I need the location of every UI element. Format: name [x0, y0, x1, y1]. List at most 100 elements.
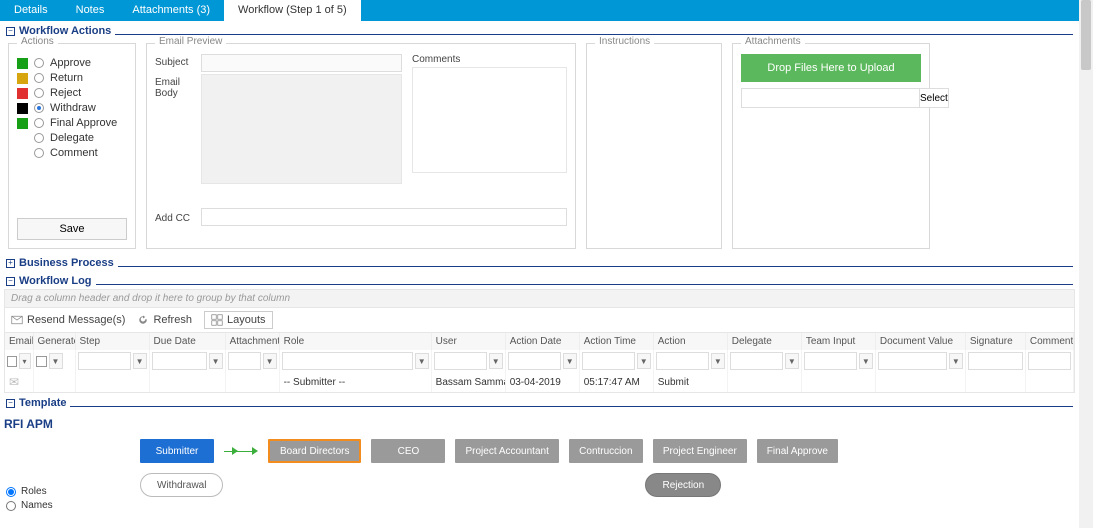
col-action[interactable]: Action [653, 333, 727, 350]
col-step[interactable]: Step [75, 333, 149, 350]
col-user[interactable]: User [431, 333, 505, 350]
node-project-engineer[interactable]: Project Engineer [653, 439, 747, 463]
upload-dropzone[interactable]: Drop Files Here to Upload [741, 54, 921, 82]
filter-icon[interactable]: ▼ [859, 353, 873, 369]
select-all-checkbox[interactable] [7, 356, 17, 367]
filter-icon[interactable]: ▼ [563, 353, 577, 369]
filter-team[interactable] [804, 352, 857, 370]
node-final-approve[interactable]: Final Approve [757, 439, 838, 463]
email-preview-panel: Email Preview Subject Email Body Comment… [146, 43, 576, 249]
tab-notes[interactable]: Notes [62, 0, 119, 21]
attachments-legend: Attachments [741, 36, 805, 47]
action-label: Approve [50, 57, 91, 69]
filter-icon[interactable]: ▼ [489, 353, 503, 369]
col-due[interactable]: Due Date [149, 333, 225, 350]
filter-icon[interactable]: ▼ [209, 353, 223, 369]
template-name: RFI APM [0, 411, 1079, 433]
col-attachments[interactable]: Attachments [225, 333, 279, 350]
action-option-delegate[interactable]: Delegate [17, 132, 127, 144]
filter-atime[interactable] [582, 352, 635, 370]
group-by-hint[interactable]: Drag a column header and drop it here to… [4, 289, 1075, 307]
action-option-return[interactable]: Return [17, 72, 127, 84]
filter-icon[interactable]: ▾ [19, 353, 31, 369]
col-generated[interactable]: Generated [33, 333, 75, 350]
select-file-button[interactable]: Select [920, 88, 949, 108]
email-body-area[interactable] [201, 74, 402, 184]
expand-icon[interactable]: + [6, 259, 15, 268]
filter-att[interactable] [228, 352, 261, 370]
col-email[interactable]: Email [5, 333, 33, 350]
email-legend: Email Preview [155, 36, 226, 47]
radio-icon [34, 133, 44, 143]
col-comments[interactable]: Comments [1025, 333, 1073, 350]
roles-radio[interactable]: Roles [6, 486, 140, 497]
node-rejection[interactable]: Rejection [645, 473, 721, 497]
save-button[interactable]: Save [17, 218, 127, 240]
action-option-final-approve[interactable]: Final Approve [17, 117, 127, 129]
col-action-time[interactable]: Action Time [579, 333, 653, 350]
node-project-accountant[interactable]: Project Accountant [455, 439, 558, 463]
filter-role[interactable] [282, 352, 413, 370]
col-document-value[interactable]: Document Value [875, 333, 965, 350]
refresh-button[interactable]: Refresh [137, 314, 192, 326]
filter-user[interactable] [434, 352, 487, 370]
filter-icon[interactable]: ▼ [133, 353, 147, 369]
col-action-date[interactable]: Action Date [505, 333, 579, 350]
radio-icon [34, 148, 44, 158]
filter-delegate[interactable] [730, 352, 783, 370]
collapse-icon[interactable]: − [6, 399, 15, 408]
action-label: Return [50, 72, 83, 84]
attachment-path-input[interactable] [741, 88, 920, 108]
tab-attachments[interactable]: Attachments (3) [118, 0, 224, 21]
col-team-input[interactable]: Team Input [801, 333, 875, 350]
resend-messages-button[interactable]: Resend Message(s) [11, 314, 125, 326]
grid-filter-row: ▾ ▼ ▼ ▼ ▼ ▼ ▼ ▼ ▼ ▼ ▼ ▼ ▼ [5, 350, 1074, 372]
filter-step[interactable] [78, 352, 131, 370]
node-construccion[interactable]: Contruccion [569, 439, 643, 463]
col-role[interactable]: Role [279, 333, 431, 350]
filter-sig[interactable] [968, 352, 1023, 370]
filter-icon[interactable]: ▼ [949, 353, 963, 369]
color-swatch [17, 103, 28, 114]
actions-legend: Actions [17, 36, 58, 47]
table-row[interactable]: ✉ -- Submitter -- Bassam Samman(Ba 03-04… [5, 372, 1074, 392]
node-ceo[interactable]: CEO [371, 439, 445, 463]
cell-user: Bassam Samman(Ba [431, 372, 505, 392]
layouts-button[interactable]: Layouts [204, 311, 273, 329]
actions-panel: Actions ApproveReturnRejectWithdrawFinal… [8, 43, 136, 249]
col-delegate[interactable]: Delegate [727, 333, 801, 350]
filter-doc[interactable] [878, 352, 947, 370]
envelope-icon [11, 314, 23, 326]
node-withdrawal[interactable]: Withdrawal [140, 473, 223, 497]
generated-checkbox[interactable] [36, 356, 47, 367]
collapse-icon[interactable]: − [6, 277, 15, 286]
filter-icon[interactable]: ▼ [711, 353, 725, 369]
section-title-workflow-log: Workflow Log [19, 275, 92, 287]
filter-icon[interactable]: ▼ [49, 353, 63, 369]
filter-icon[interactable]: ▼ [263, 353, 277, 369]
filter-icon[interactable]: ▼ [637, 353, 651, 369]
comments-input[interactable] [412, 67, 567, 173]
action-option-withdraw[interactable]: Withdraw [17, 102, 127, 114]
subject-input[interactable] [201, 54, 402, 72]
radio-icon [34, 73, 44, 83]
action-option-comment[interactable]: Comment [17, 147, 127, 159]
filter-adate[interactable] [508, 352, 561, 370]
node-board-directors[interactable]: Board Directors [268, 439, 361, 463]
color-swatch [17, 118, 28, 129]
names-radio[interactable]: Names [6, 500, 140, 511]
col-signature[interactable]: Signature [965, 333, 1025, 350]
filter-icon[interactable]: ▼ [785, 353, 799, 369]
action-option-approve[interactable]: Approve [17, 57, 127, 69]
addcc-input[interactable] [201, 208, 567, 226]
filter-com[interactable] [1028, 352, 1071, 370]
node-submitter[interactable]: Submitter [140, 439, 214, 463]
tab-details[interactable]: Details [0, 0, 62, 21]
collapse-icon[interactable]: − [6, 27, 15, 36]
vertical-scrollbar[interactable] [1079, 0, 1093, 528]
tab-workflow[interactable]: Workflow (Step 1 of 5) [224, 0, 361, 21]
filter-icon[interactable]: ▼ [415, 353, 429, 369]
filter-action[interactable] [656, 352, 709, 370]
filter-due[interactable] [152, 352, 207, 370]
action-option-reject[interactable]: Reject [17, 87, 127, 99]
